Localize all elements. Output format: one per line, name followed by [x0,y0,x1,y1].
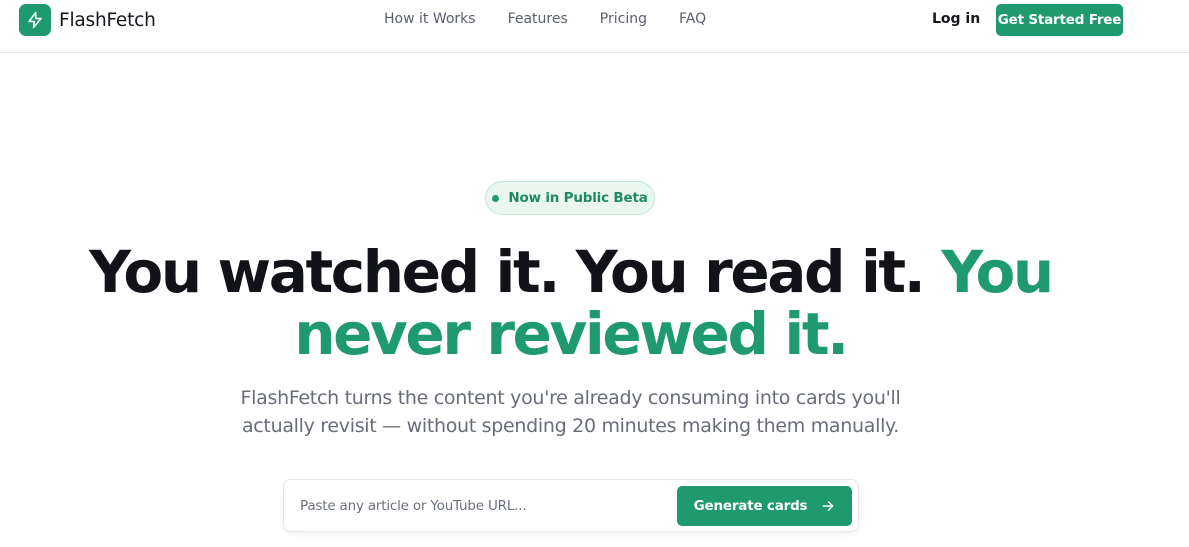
subheadline-line-2: actually revisit — without spending 20 m… [241,415,900,437]
url-input[interactable] [292,486,672,526]
hero-subheadline: FlashFetch turns the content you're alre… [0,384,1141,440]
generate-cards-button[interactable]: Generate cards [677,486,852,526]
subheadline-line-1: FlashFetch turns the content you're alre… [240,387,901,409]
nav-item-faq[interactable]: FAQ [679,11,706,29]
site-header: FlashFetch How it Works Features Pricing… [0,0,1189,53]
main-nav: How it Works Features Pricing FAQ [384,11,706,29]
nav-item-how-it-works[interactable]: How it Works [384,11,476,29]
nav-item-pricing[interactable]: Pricing [600,11,647,29]
lightning-bolt-icon [19,4,51,36]
brand[interactable]: FlashFetch [19,4,156,36]
generate-cards-label: Generate cards [693,498,808,514]
hero-headline: You watched it. You read it. You never r… [0,241,1141,365]
headline-dark: You watched it. You read it. [89,238,926,306]
status-dot [492,194,500,202]
url-form: Generate cards [283,479,859,532]
beta-badge-label: Now in Public Beta [508,190,648,206]
brand-name: FlashFetch [59,9,156,31]
arrow-right-icon [823,501,834,511]
get-started-button[interactable]: Get Started Free [996,4,1123,36]
nav-item-features[interactable]: Features [508,11,568,29]
beta-badge: Now in Public Beta [485,181,655,215]
login-link[interactable]: Log in [932,11,980,27]
